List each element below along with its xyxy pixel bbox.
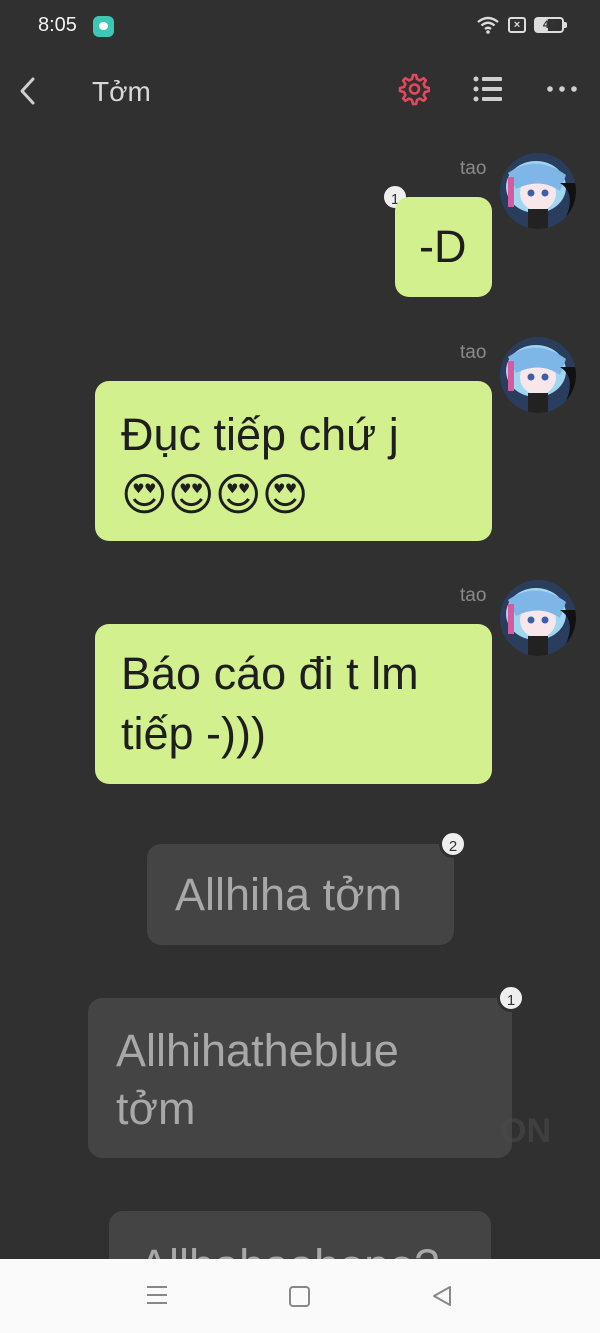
home-icon[interactable]	[289, 1286, 310, 1307]
list-icon[interactable]	[472, 74, 504, 104]
message-bubble[interactable]: Allhiha tởm	[147, 844, 454, 945]
chat-header: Tởm	[0, 52, 600, 128]
watermark: ON	[500, 1112, 551, 1150]
avatar[interactable]	[500, 580, 576, 656]
gear-icon[interactable]	[396, 72, 431, 106]
status-bar: 8:05 × 45	[0, 0, 600, 52]
message-bubble[interactable]: Allhahaahope?	[109, 1211, 491, 1259]
message-bubble[interactable]: Báo cáo đi t lm tiếp -)))	[95, 624, 492, 784]
status-icons: × 45	[476, 16, 567, 34]
message-list[interactable]: tao 1 -D tao Đục tiếp chứ j 😍😍😍😍 tao Báo…	[0, 128, 600, 1259]
message-bubble[interactable]: -D	[395, 197, 492, 297]
message-bubble[interactable]: Allhihatheblue tởm	[88, 998, 512, 1158]
nav-back-icon[interactable]	[430, 1284, 454, 1308]
sender-name: tao	[460, 585, 487, 606]
app-notification-icon	[93, 16, 114, 37]
navigation-bar	[0, 1259, 600, 1333]
recent-apps-icon[interactable]	[146, 1283, 168, 1307]
battery-level: 45	[542, 19, 556, 31]
message-text: Đục tiếp chứ j	[121, 409, 399, 460]
back-icon[interactable]	[16, 74, 42, 108]
message-text: Allhiha tởm	[175, 869, 403, 920]
sim-error-icon: ×	[508, 17, 526, 33]
status-time: 8:05	[38, 14, 77, 36]
more-options-icon[interactable]	[546, 82, 578, 96]
avatar[interactable]	[500, 337, 576, 413]
message-text-line-2: tiếp -)))	[121, 708, 266, 759]
sender-name: tao	[460, 158, 487, 179]
sender-name: tao	[460, 342, 487, 363]
message-text-line-1: Báo cáo đi t lm	[121, 648, 419, 699]
message-text: Allhahaahope?	[139, 1240, 439, 1259]
message-text-line-1: Allhihatheblue	[116, 1025, 399, 1076]
message-bubble[interactable]: Đục tiếp chứ j 😍😍😍😍	[95, 381, 492, 541]
reaction-badge[interactable]: 1	[497, 984, 525, 1012]
battery-icon: 45	[534, 17, 567, 33]
message-text-line-2: tởm	[116, 1083, 196, 1134]
emoji-row: 😍😍😍😍	[121, 468, 309, 521]
wifi-icon	[476, 16, 500, 34]
message-text: -D	[419, 221, 467, 272]
reaction-badge[interactable]: 2	[439, 830, 467, 858]
avatar[interactable]	[500, 153, 576, 229]
chat-title: Tởm	[92, 76, 151, 107]
